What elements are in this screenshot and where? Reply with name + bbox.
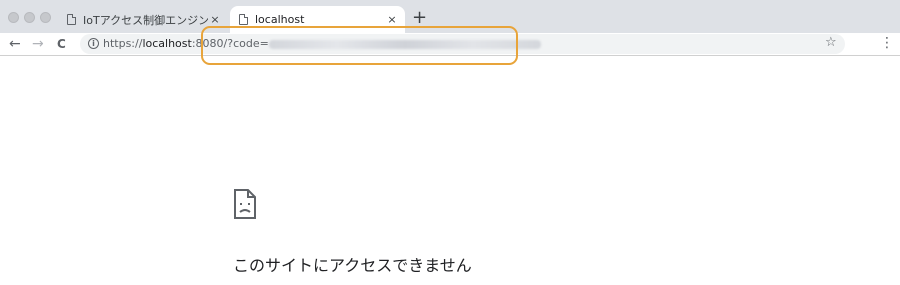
tab-title: localhost <box>255 13 305 26</box>
new-tab-button[interactable]: + <box>412 8 427 28</box>
site-info-icon[interactable]: i <box>88 38 99 49</box>
forward-button[interactable]: → <box>32 34 44 54</box>
page-icon <box>67 14 76 25</box>
tab-close-button[interactable]: × <box>208 13 222 26</box>
minimize-window-button[interactable] <box>24 12 35 23</box>
url-host: localhost <box>142 37 192 50</box>
url-scheme: https:// <box>103 37 143 50</box>
reload-button[interactable]: C <box>57 34 66 54</box>
back-button[interactable]: ← <box>9 34 21 54</box>
bookmark-star-icon[interactable]: ☆ <box>825 35 837 50</box>
url-highlight-annotation <box>201 26 518 65</box>
zoom-window-button[interactable] <box>40 12 51 23</box>
page-icon <box>239 14 248 25</box>
browser-menu-icon[interactable]: ⋮ <box>880 33 894 53</box>
tab-close-button[interactable]: × <box>385 13 399 26</box>
error-title: このサイトにアクセスできません <box>233 256 472 275</box>
tab-title: IoTアクセス制御エンジン 開発者向 <box>83 13 208 27</box>
sad-page-icon <box>234 189 256 219</box>
close-window-button[interactable] <box>8 12 19 23</box>
